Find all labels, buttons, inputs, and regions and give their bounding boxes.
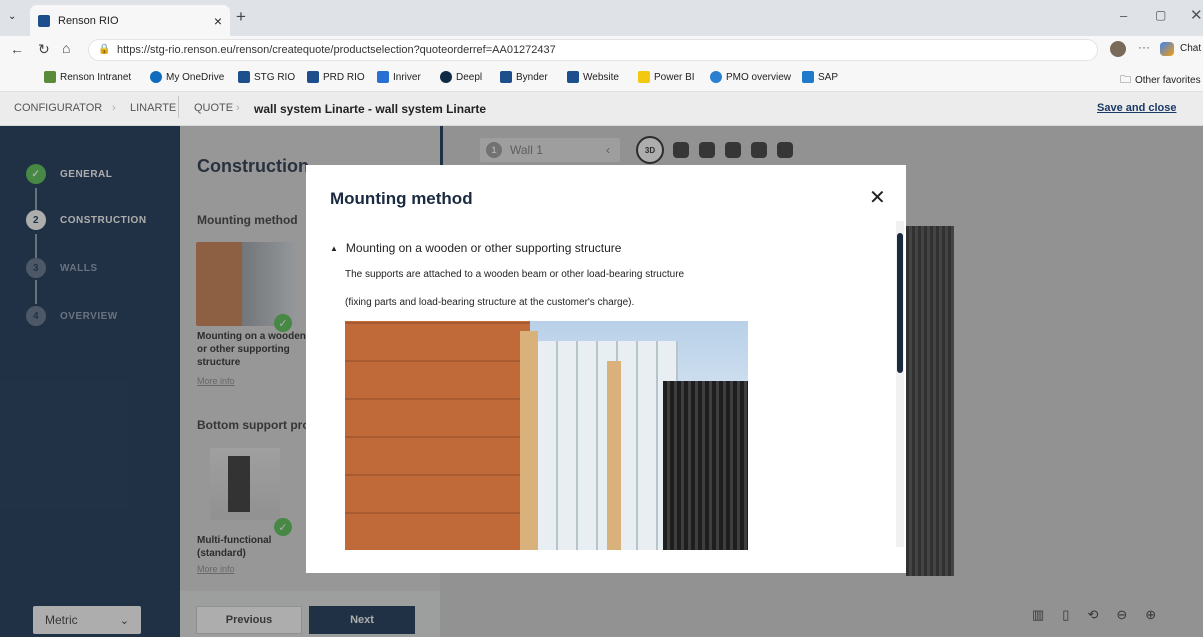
description-line-2: (fixing parts and load-bearing structure… <box>345 297 635 308</box>
close-icon[interactable]: ✕ <box>869 185 886 210</box>
breadcrumb-linarte[interactable]: LINARTE <box>130 102 176 114</box>
divider <box>178 96 179 118</box>
tab-title: Renson RIO <box>58 14 119 27</box>
home-icon[interactable]: ⌂ <box>62 40 70 56</box>
other-favorites[interactable]: 🗀 Other favorites <box>1120 71 1201 90</box>
minimize-icon[interactable]: – <box>1120 8 1127 23</box>
page-title: wall system Linarte - wall system Linart… <box>254 102 487 116</box>
back-icon[interactable]: ← <box>10 41 24 57</box>
profile-avatar[interactable] <box>1110 41 1126 57</box>
fav-prd-rio[interactable]: PRD RIO <box>307 71 365 83</box>
more-icon[interactable]: ··· <box>1138 40 1150 54</box>
breadcrumb-configurator[interactable]: CONFIGURATOR <box>14 102 102 114</box>
save-close-link[interactable]: Save and close <box>1097 102 1177 114</box>
tab-list-icon[interactable]: ⌄ <box>8 11 16 22</box>
fav-website[interactable]: Website <box>567 71 619 83</box>
copilot-icon[interactable] <box>1160 42 1174 56</box>
brick-wall <box>345 321 530 550</box>
fav-icon <box>802 71 814 83</box>
fav-icon <box>238 71 250 83</box>
folder-icon: 🗀 <box>1120 74 1131 86</box>
fav-icon <box>567 71 579 83</box>
fav-bynder[interactable]: Bynder <box>500 71 548 83</box>
linarte-cladding <box>663 381 748 550</box>
fav-deepl[interactable]: Deepl <box>440 71 482 83</box>
fav-icon <box>638 71 650 83</box>
fav-icon <box>500 71 512 83</box>
breadcrumb-sep: › <box>112 102 116 114</box>
restore-icon[interactable]: ▢ <box>1155 8 1166 22</box>
dialog-title: Mounting method <box>330 189 473 208</box>
browser-tab-bar: ⌄ Renson RIO × + – ▢ ✕ <box>0 0 1203 36</box>
scrollbar-track[interactable] <box>896 221 904 547</box>
fav-icon <box>377 71 389 83</box>
renson-favicon <box>38 14 50 27</box>
url-field[interactable]: 🔒 https://stg-rio.renson.eu/renson/creat… <box>88 39 1098 61</box>
browser-tab[interactable]: Renson RIO × <box>30 5 230 36</box>
fav-renson-intranet[interactable]: Renson Intranet <box>44 71 131 83</box>
fav-inriver[interactable]: Inriver <box>377 71 421 83</box>
refresh-icon[interactable]: ↻ <box>38 41 50 58</box>
fav-sap[interactable]: SAP <box>802 71 838 83</box>
url-text: https://stg-rio.renson.eu/renson/createq… <box>117 44 556 56</box>
close-tab-icon[interactable]: × <box>214 13 222 29</box>
app-header: CONFIGURATOR › LINARTE QUOTE › wall syst… <box>0 92 1203 126</box>
fav-icon <box>44 71 56 83</box>
fav-icon <box>307 71 319 83</box>
wooden-beam <box>520 331 538 550</box>
breadcrumb-sep: › <box>236 102 240 114</box>
fav-power-bi[interactable]: Power BI <box>638 71 695 83</box>
description-line-1: The supports are attached to a wooden be… <box>345 269 685 280</box>
close-window-icon[interactable]: ✕ <box>1190 6 1203 24</box>
breadcrumb-quote[interactable]: QUOTE <box>194 102 233 114</box>
mounting-illustration <box>345 321 748 550</box>
fav-stg-rio[interactable]: STG RIO <box>238 71 295 83</box>
lock-icon: 🔒 <box>98 44 111 55</box>
cloud-icon <box>150 71 162 83</box>
fav-onedrive[interactable]: My OneDrive <box>150 71 224 83</box>
address-bar-row: ← ↻ ⌂ 🔒 https://stg-rio.renson.eu/renson… <box>0 36 1203 64</box>
scrollbar-thumb[interactable] <box>897 233 903 373</box>
mounting-method-dialog: Mounting method ✕ ▲ Mounting on a wooden… <box>306 165 906 573</box>
fav-pmo-overview[interactable]: PMO overview <box>710 71 791 83</box>
fav-icon <box>710 71 722 83</box>
wooden-beam <box>607 361 621 550</box>
new-tab-button[interactable]: + <box>236 7 246 27</box>
caret-up-icon: ▲ <box>330 243 338 253</box>
chat-label[interactable]: Chat <box>1180 43 1201 54</box>
favorites-bar: Renson Intranet My OneDrive STG RIO PRD … <box>0 64 1203 92</box>
fav-icon <box>440 71 452 83</box>
accordion-header[interactable]: ▲ Mounting on a wooden or other supporti… <box>330 241 621 255</box>
